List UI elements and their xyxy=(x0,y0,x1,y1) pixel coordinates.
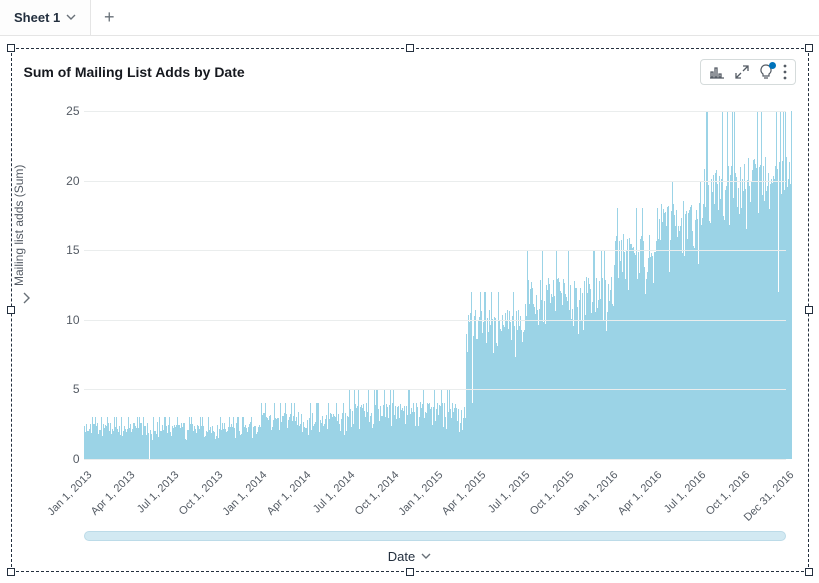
x-tick-label: Jan 1, 2015 xyxy=(396,469,445,518)
x-axis-label-row[interactable]: Date xyxy=(24,549,796,564)
sheet-tab-label: Sheet 1 xyxy=(14,10,60,25)
y-tick-label: 20 xyxy=(58,174,80,188)
gridline xyxy=(84,320,786,321)
x-tick-label: Oct 1, 2014 xyxy=(352,469,401,518)
visual-header: Sum of Mailing List Adds by Date xyxy=(12,49,808,89)
x-tick-label: Apr 1, 2013 xyxy=(89,469,138,518)
y-tick-label: 0 xyxy=(58,452,80,466)
x-tick-label: Jul 1, 2014 xyxy=(311,469,358,516)
x-tick-label: Jan 1, 2014 xyxy=(220,469,269,518)
chart-title: Sum of Mailing List Adds by Date xyxy=(24,64,245,80)
x-tick-label: Jul 1, 2015 xyxy=(486,469,533,516)
chevron-down-icon xyxy=(421,549,431,564)
x-tick-label: Jan 1, 2016 xyxy=(571,469,620,518)
maximize-icon[interactable] xyxy=(735,65,749,79)
x-tick-label: Apr 1, 2015 xyxy=(440,469,489,518)
chart-bars-layer xyxy=(84,111,786,459)
x-tick-label: Oct 1, 2015 xyxy=(528,469,577,518)
resize-handle-top-left[interactable] xyxy=(7,44,15,52)
y-tick-label: 5 xyxy=(58,382,80,396)
visual-selection-frame[interactable]: Sum of Mailing List Adds by Date xyxy=(11,48,809,572)
gridline xyxy=(84,389,786,390)
chart-body: Mailing list adds (Sum) Jan 1, 2013Apr 1… xyxy=(24,91,796,561)
sheet-tab-active[interactable]: Sheet 1 xyxy=(0,0,91,35)
chart-horizontal-scrollbar[interactable] xyxy=(84,531,786,541)
x-tick-label: Oct 1, 2013 xyxy=(177,469,226,518)
more-options-icon[interactable] xyxy=(783,64,787,80)
insights-icon[interactable] xyxy=(759,64,773,80)
y-axis-label: Mailing list adds (Sum) xyxy=(12,165,26,286)
gridline xyxy=(84,459,786,460)
x-axis-label-text: Date xyxy=(388,549,415,564)
canvas-area: Sum of Mailing List Adds by Date xyxy=(0,36,819,580)
chevron-down-icon xyxy=(66,10,76,25)
y-tick-label: 10 xyxy=(58,313,80,327)
resize-handle-bottom-left[interactable] xyxy=(7,568,15,576)
gridline xyxy=(84,111,786,112)
resize-handle-middle-right[interactable] xyxy=(805,306,813,314)
resize-handle-bottom-right[interactable] xyxy=(805,568,813,576)
chart-type-icon[interactable] xyxy=(709,64,725,80)
expand-legend-icon[interactable] xyxy=(21,291,31,308)
gridline xyxy=(84,250,786,251)
gridline xyxy=(84,181,786,182)
x-tick-label: Apr 1, 2016 xyxy=(616,469,665,518)
resize-handle-top-right[interactable] xyxy=(805,44,813,52)
x-tick-label: Jul 1, 2013 xyxy=(135,469,182,516)
notification-dot xyxy=(769,62,776,69)
x-tick-label: Apr 1, 2014 xyxy=(265,469,314,518)
x-tick-label: Jul 1, 2016 xyxy=(662,469,709,516)
resize-handle-top-center[interactable] xyxy=(406,44,414,52)
y-tick-label: 25 xyxy=(58,104,80,118)
y-tick-label: 15 xyxy=(58,243,80,257)
add-sheet-button[interactable]: + xyxy=(91,0,127,35)
x-tick-label: Jan 1, 2013 xyxy=(45,469,94,518)
resize-handle-middle-left[interactable] xyxy=(7,306,15,314)
chart-plot-area[interactable] xyxy=(84,111,786,459)
resize-handle-bottom-center[interactable] xyxy=(406,568,414,576)
sheet-tabs-bar: Sheet 1 + xyxy=(0,0,819,36)
visual-toolbar xyxy=(700,59,796,85)
